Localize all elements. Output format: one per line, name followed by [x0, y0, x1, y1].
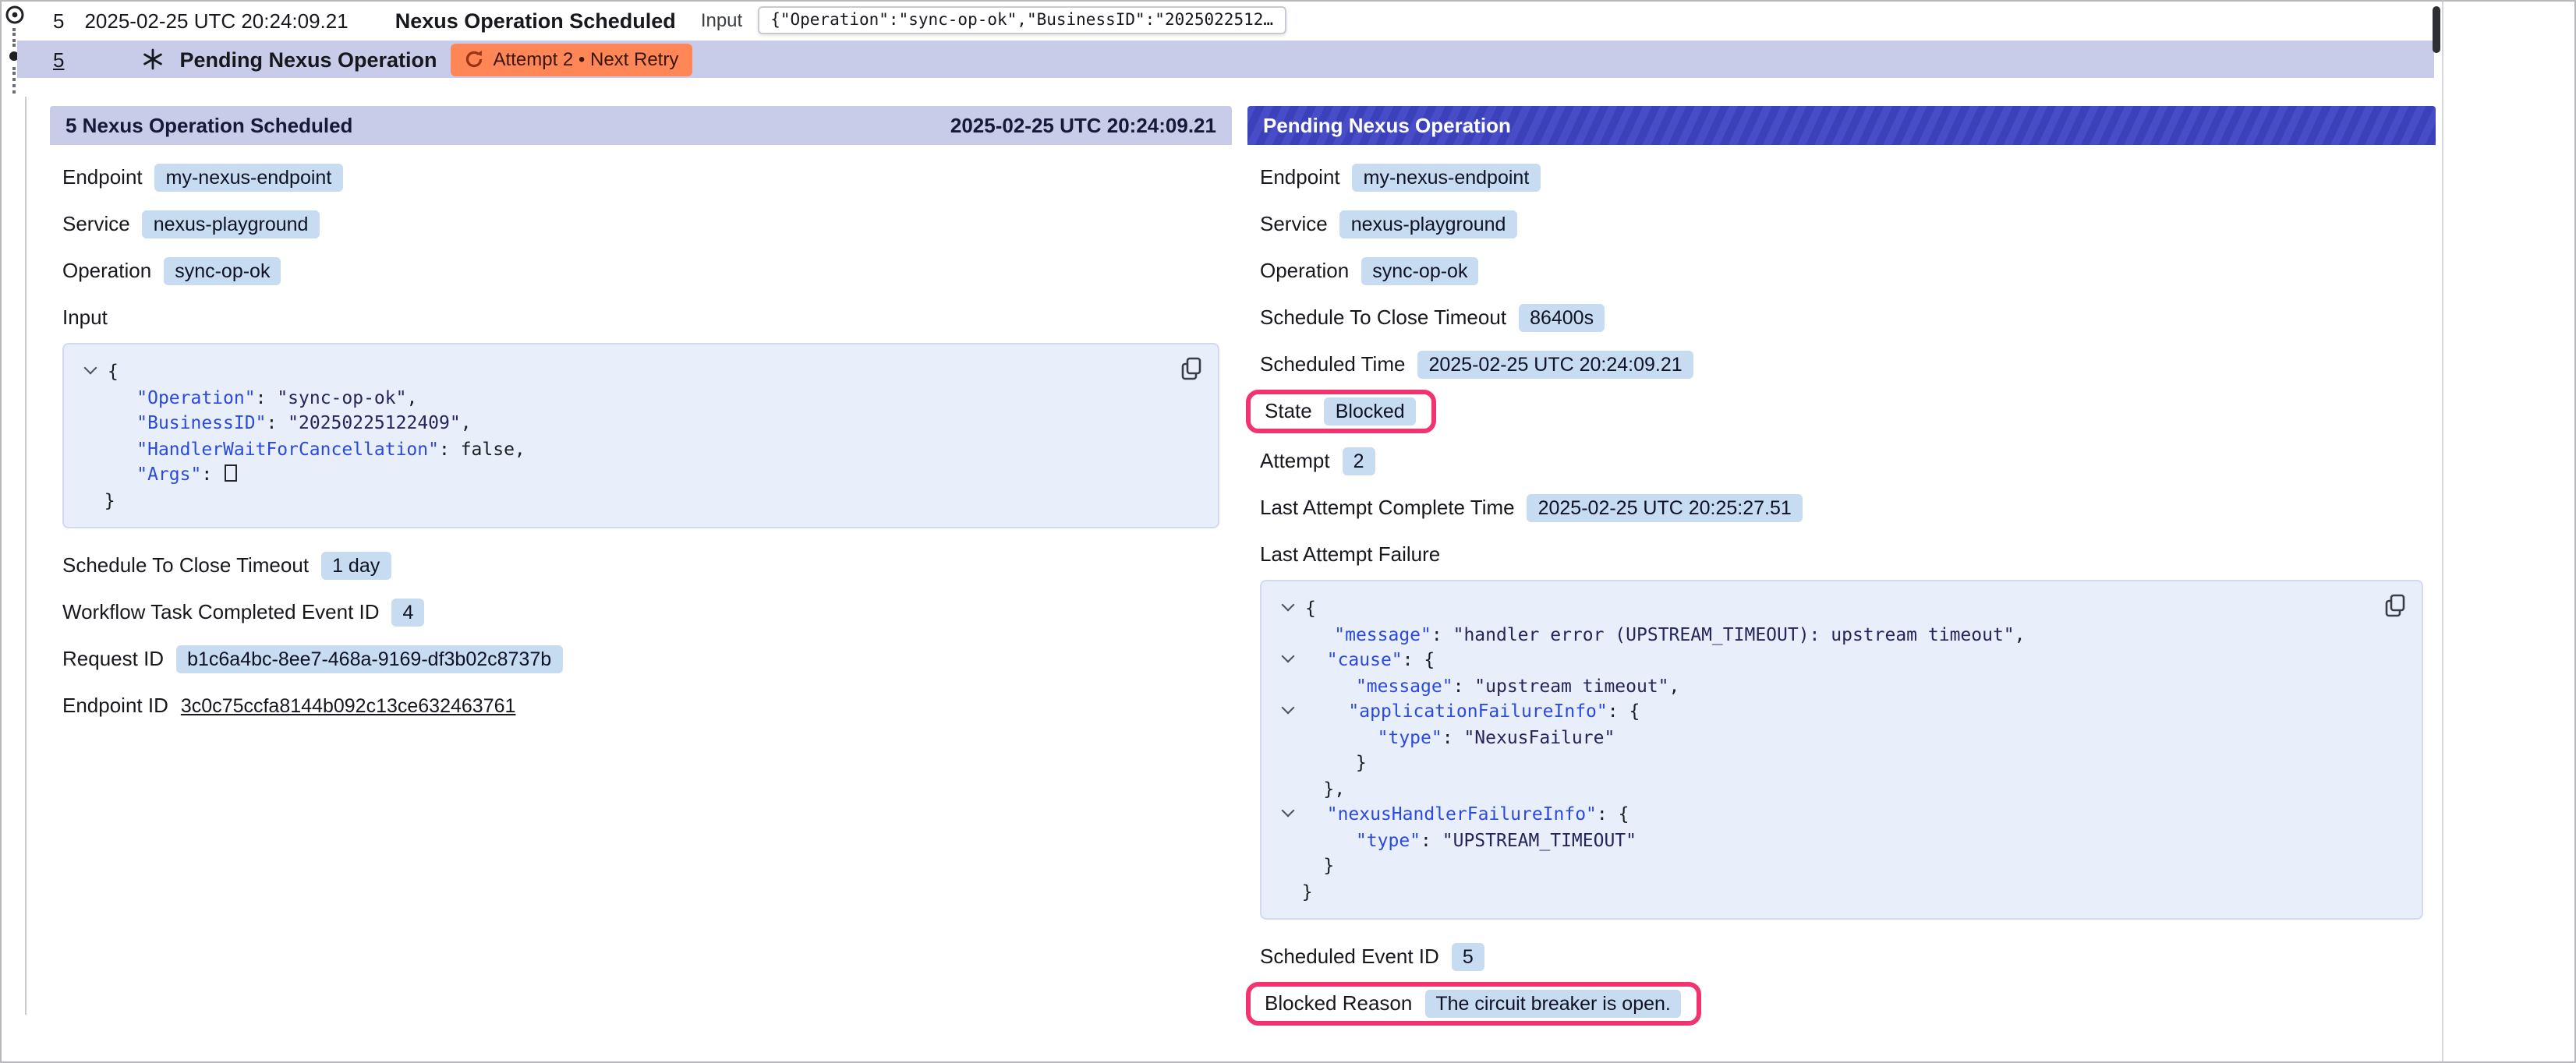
field-endpoint-id: Endpoint ID 3c0c75ccfa8144b092c13ce63246…: [62, 689, 1219, 722]
field-label: Endpoint: [1260, 165, 1340, 189]
field-value-badge: 2025-02-25 UTC 20:24:09.21: [1417, 350, 1693, 378]
field-value-badge: 2: [1343, 447, 1375, 475]
field-value-badge: sync-op-ok: [164, 256, 281, 284]
field-request-id: Request ID b1c6a4bc-8ee7-468a-9169-df3b0…: [62, 642, 1219, 675]
field-label: Input: [62, 305, 108, 329]
copy-icon[interactable]: [2384, 594, 2406, 617]
chevron-down-icon[interactable]: [1280, 804, 1305, 820]
retry-badge: Attempt 2 • Next Retry: [451, 43, 693, 76]
field-label: Service: [62, 212, 130, 235]
field-value-badge: 86400s: [1519, 303, 1605, 331]
field-value-badge: 4: [392, 598, 425, 626]
field-label: State: [1265, 399, 1312, 422]
field-label: Scheduled Event ID: [1260, 945, 1439, 968]
pending-event-link[interactable]: 5: [53, 48, 64, 71]
field-blocked-reason: Blocked Reason The circuit breaker is op…: [1260, 979, 2423, 1027]
field-label: Last Attempt Failure: [1260, 542, 1440, 566]
timeline-connector: [12, 67, 16, 94]
event-title[interactable]: Nexus Operation Scheduled: [395, 9, 676, 32]
chevron-down-icon[interactable]: [1280, 650, 1305, 666]
asterisk-icon: [142, 48, 164, 70]
field-last-attempt-failure-label: Last Attempt Failure: [1260, 538, 2423, 570]
pending-operation-panel: Pending Nexus Operation Endpoint my-nexu…: [1247, 106, 2436, 1043]
field-schedule-to-close-timeout: Schedule To Close Timeout 1 day: [62, 549, 1219, 581]
field-workflow-task-completed-event-id: Workflow Task Completed Event ID 4: [62, 595, 1219, 628]
field-value-badge: nexus-playground: [143, 210, 320, 238]
event-id[interactable]: 5: [53, 9, 64, 32]
pending-panel-title: Pending Nexus Operation: [1263, 114, 1511, 137]
pending-operation-row[interactable]: 5 Pending Nexus Operation Attempt 2 • Ne…: [17, 41, 2434, 78]
field-input-label: Input: [62, 301, 1219, 334]
field-value-badge: my-nexus-endpoint: [155, 163, 343, 191]
field-label: Last Attempt Complete Time: [1260, 496, 1515, 519]
field-operation: Operation sync-op-ok: [1260, 254, 2423, 287]
field-scheduled-time: Scheduled Time 2025-02-25 UTC 20:24:09.2…: [1260, 348, 2423, 380]
field-label: Operation: [1260, 259, 1349, 282]
state-highlight-annotation: State Blocked: [1246, 389, 1436, 433]
field-label: Attempt: [1260, 449, 1330, 472]
field-attempt: Attempt 2: [1260, 444, 2423, 477]
field-label: Service: [1260, 212, 1328, 235]
retry-badge-label: Attempt 2 • Next Retry: [494, 48, 679, 70]
field-label: Endpoint: [62, 165, 143, 189]
scheduled-event-panel: 5 Nexus Operation Scheduled 2025-02-25 U…: [50, 106, 1232, 737]
retry-icon: [465, 50, 484, 69]
field-value-badge: b1c6a4bc-8ee7-468a-9169-df3b02c8737b: [176, 645, 562, 673]
event-input-preview[interactable]: {"Operation":"sync-op-ok","BusinessID":"…: [758, 6, 1286, 34]
field-label: Scheduled Time: [1260, 352, 1405, 376]
scheduled-panel-title: 5 Nexus Operation Scheduled: [65, 114, 352, 137]
scheduled-panel-timestamp: 2025-02-25 UTC 20:24:09.21: [950, 114, 1216, 137]
field-last-attempt-complete-time: Last Attempt Complete Time 2025-02-25 UT…: [1260, 491, 2423, 524]
workflow-event-history: 5 2025-02-25 UTC 20:24:09.21 Nexus Opera…: [0, 0, 2576, 1063]
event-row-nexus-operation-scheduled[interactable]: 5 2025-02-25 UTC 20:24:09.21 Nexus Opera…: [2, 2, 1286, 39]
field-endpoint: Endpoint my-nexus-endpoint: [62, 161, 1219, 193]
field-label: Operation: [62, 259, 151, 282]
pending-operation-title: Pending Nexus Operation: [179, 48, 437, 71]
field-operation: Operation sync-op-ok: [62, 254, 1219, 287]
event-input-label: Input: [701, 9, 742, 31]
field-value-badge: 5: [1452, 942, 1484, 970]
scrollbar-track: [2442, 2, 2443, 1061]
field-label: Endpoint ID: [62, 694, 168, 717]
empty-array-icon: [225, 464, 237, 482]
pending-panel-header: Pending Nexus Operation: [1247, 106, 2436, 145]
scheduled-panel-header: 5 Nexus Operation Scheduled 2025-02-25 U…: [50, 106, 1232, 145]
field-value-badge: 1 day: [321, 551, 391, 579]
field-value-badge: sync-op-ok: [1361, 256, 1478, 284]
field-service: Service nexus-playground: [62, 207, 1219, 240]
field-service: Service nexus-playground: [1260, 207, 2423, 240]
event-timestamp: 2025-02-25 UTC 20:24:09.21: [84, 9, 348, 32]
input-json-code: { "Operation": "sync-op-ok", "BusinessID…: [83, 358, 1199, 513]
field-state: State Blocked: [1260, 387, 2423, 435]
copy-icon[interactable]: [1180, 357, 1202, 380]
field-value-badge: nexus-playground: [1340, 210, 1517, 238]
field-label: Blocked Reason: [1265, 991, 1412, 1015]
details-left-border: [25, 97, 27, 1015]
field-value-badge: my-nexus-endpoint: [1353, 163, 1541, 191]
chevron-down-icon[interactable]: [1280, 701, 1305, 717]
input-json-viewer: { "Operation": "sync-op-ok", "BusinessID…: [62, 343, 1219, 528]
field-schedule-to-close-timeout: Schedule To Close Timeout 86400s: [1260, 301, 2423, 334]
field-value-badge: 2025-02-25 UTC 20:25:27.51: [1527, 493, 1803, 521]
field-label: Request ID: [62, 647, 164, 670]
failure-json-viewer: { "message": "handler error (UPSTREAM_TI…: [1260, 580, 2423, 920]
field-label: Workflow Task Completed Event ID: [62, 600, 380, 623]
blocked-reason-highlight-annotation: Blocked Reason The circuit breaker is op…: [1246, 981, 1702, 1025]
blocked-reason-badge: The circuit breaker is open.: [1424, 989, 1682, 1017]
chevron-down-icon[interactable]: [1280, 599, 1305, 614]
failure-json-code: { "message": "handler error (UPSTREAM_TI…: [1280, 595, 2403, 904]
endpoint-id-link[interactable]: 3c0c75ccfa8144b092c13ce632463761: [181, 694, 516, 716]
field-label: Schedule To Close Timeout: [62, 553, 309, 577]
field-label: Schedule To Close Timeout: [1260, 305, 1506, 329]
scrollbar-thumb[interactable]: [2433, 6, 2440, 53]
chevron-down-icon[interactable]: [83, 362, 108, 377]
state-badge: Blocked: [1325, 397, 1416, 425]
field-scheduled-event-id: Scheduled Event ID 5: [1260, 940, 2423, 973]
field-endpoint: Endpoint my-nexus-endpoint: [1260, 161, 2423, 193]
